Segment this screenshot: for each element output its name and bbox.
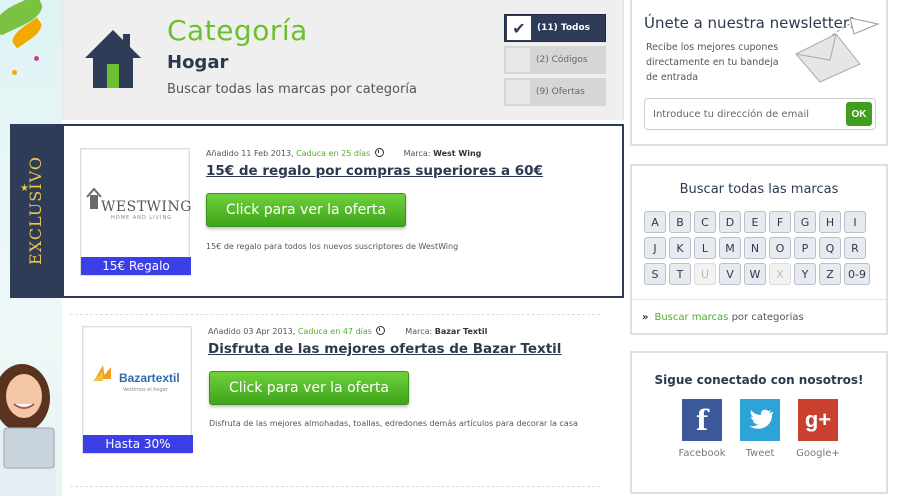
smiling-woman-with-laptop-image <box>0 364 56 496</box>
letter-button-t[interactable]: T <box>669 263 691 285</box>
letter-button-n[interactable]: N <box>744 237 766 259</box>
category-header: Categoría Hogar Buscar todas las marcas … <box>62 0 624 120</box>
logo-subtext: HOME AND LIVING <box>111 215 173 221</box>
logo-text: WESTWING <box>101 199 192 215</box>
letter-button-u: U <box>694 263 716 285</box>
letter-button-s[interactable]: S <box>644 263 666 285</box>
filter-label: (11) Todos <box>537 23 590 33</box>
letter-button-w[interactable]: W <box>744 263 766 285</box>
offer-description: 15€ de regalo para todos los nuevos susc… <box>206 242 459 251</box>
letter-button-f[interactable]: F <box>769 211 791 233</box>
envelope-plane-icon <box>795 17 880 83</box>
logo-subtext: Vestimos el hogar <box>123 387 168 393</box>
divider <box>70 486 600 487</box>
filter-ofertas[interactable]: (9) Ofertas <box>504 78 606 106</box>
social-panel: Sigue conectado con nosotros! f g+ Faceb… <box>630 351 888 494</box>
letter-button-k[interactable]: K <box>669 237 691 259</box>
category-description: Buscar todas las marcas por categoría <box>167 82 417 97</box>
letter-button-0-9[interactable]: 0-9 <box>844 263 870 285</box>
divider <box>632 299 886 300</box>
filter-label: (9) Ofertas <box>536 87 585 97</box>
letter-button-m[interactable]: M <box>719 237 741 259</box>
letter-button-i[interactable]: I <box>844 211 866 233</box>
letter-button-o[interactable]: O <box>769 237 791 259</box>
filter-label: (2) Códigos <box>536 55 588 65</box>
brands-title: Buscar todas las marcas <box>679 182 839 197</box>
checkbox-icon <box>506 80 530 104</box>
letter-button-q[interactable]: Q <box>819 237 841 259</box>
social-title: Sigue conectado con nosotros! <box>654 373 864 387</box>
google-plus-label[interactable]: Google+ <box>788 448 848 459</box>
letter-button-h[interactable]: H <box>819 211 841 233</box>
letter-button-g[interactable]: G <box>794 211 816 233</box>
email-field[interactable]: Introduce tu dirección de email OK <box>644 98 876 130</box>
offer-meta: Añadido 11 Feb 2013, Caduca en 25 días M… <box>206 148 482 158</box>
category-name: Hogar <box>167 52 229 73</box>
letter-button-r[interactable]: R <box>844 237 866 259</box>
offer-badge: Hasta 30% <box>83 435 193 453</box>
offer-title-link[interactable]: 15€ de regalo por compras superiores a 6… <box>206 163 543 179</box>
clock-icon <box>376 326 386 335</box>
brand-link[interactable]: West Wing <box>433 149 481 158</box>
clock-icon <box>374 148 384 157</box>
letter-button-v[interactable]: V <box>719 263 741 285</box>
letter-button-x: X <box>769 263 791 285</box>
letter-button-j[interactable]: J <box>644 237 666 259</box>
view-offer-button[interactable]: Click para ver la oferta <box>206 193 406 227</box>
offer-badge: 15€ Regalo <box>81 257 191 275</box>
offer-title-link[interactable]: Disfruta de las mejores ofertas de Bazar… <box>208 341 561 357</box>
view-offer-button[interactable]: Click para ver la oferta <box>209 371 409 405</box>
double-chevron-icon: » <box>642 312 649 323</box>
expiry-text: Caduca en 47 días <box>297 327 372 336</box>
letter-button-p[interactable]: P <box>794 237 816 259</box>
brand-logo-westwing[interactable]: WESTWING HOME AND LIVING 15€ Regalo <box>80 148 192 276</box>
email-placeholder: Introduce tu dirección de email <box>653 109 810 120</box>
brand-link[interactable]: Bazar Textil <box>435 327 488 336</box>
letter-button-z[interactable]: Z <box>819 263 841 285</box>
facebook-icon[interactable]: f <box>682 399 722 441</box>
letter-button-a[interactable]: A <box>644 211 666 233</box>
facebook-label[interactable]: Facebook <box>672 448 732 459</box>
letter-button-b[interactable]: B <box>669 211 691 233</box>
logo-text: Bazartextil <box>119 371 180 385</box>
letter-button-y[interactable]: Y <box>794 263 816 285</box>
filter-codigos[interactable]: (2) Códigos <box>504 46 606 74</box>
house-icon <box>85 30 141 88</box>
page-title: Categoría <box>167 14 308 47</box>
divider <box>70 314 600 315</box>
newsletter-panel: Únete a nuestra newsletter! Recibe los m… <box>630 0 888 146</box>
letter-button-d[interactable]: D <box>719 211 741 233</box>
checkbox-icon <box>506 48 530 72</box>
brands-by-category-link[interactable]: » Buscar marcas por categorias <box>642 312 804 323</box>
letter-button-e[interactable]: E <box>744 211 766 233</box>
google-plus-icon[interactable]: g+ <box>798 399 838 441</box>
brand-logo-bazartextil[interactable]: Bazartextil Vestimos el hogar Hasta 30% <box>82 326 193 454</box>
subscribe-ok-button[interactable]: OK <box>846 102 872 126</box>
checkmark-icon: ✔ <box>507 16 531 40</box>
letter-button-l[interactable]: L <box>694 237 716 259</box>
twitter-icon[interactable] <box>740 399 780 441</box>
letter-button-c[interactable]: C <box>694 211 716 233</box>
expiry-text: Caduca en 25 días <box>296 149 371 158</box>
offer-meta: Añadido 03 Apr 2013, Caduca en 47 días M… <box>208 326 488 336</box>
filter-todos[interactable]: ✔ (11) Todos <box>504 14 606 42</box>
alphabet-grid: A B C D E F G H I J K L M N O P Q R S T U V W X Y Z 0-9 <box>644 211 876 285</box>
exclusive-label: EXCLUSIVO <box>25 155 45 265</box>
offer-description: Disfruta de las mejores almohadas, toall… <box>209 419 578 428</box>
twitter-label[interactable]: Tweet <box>730 448 790 459</box>
brands-panel: Buscar todas las marcas ABCDEFGHI JKLMNOP… <box>630 164 888 335</box>
newsletter-text: Recibe los mejores cupones directamente … <box>646 42 779 83</box>
